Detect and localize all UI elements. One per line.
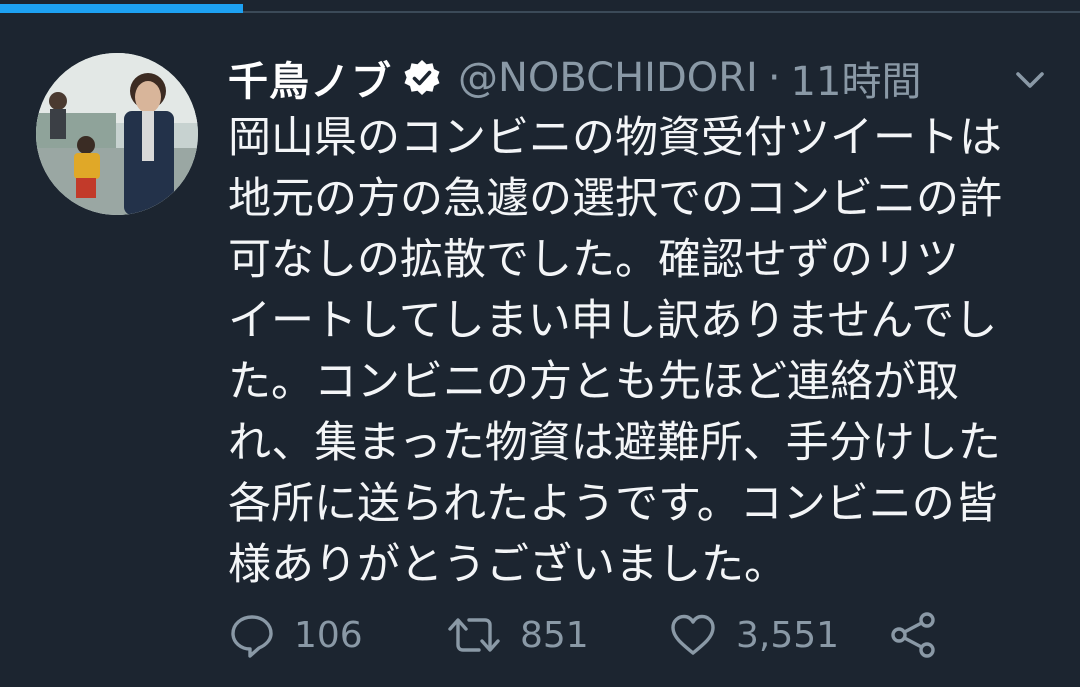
chevron-down-icon[interactable] [1010,60,1050,100]
like-button[interactable]: 3,551 [668,608,839,662]
separator-dot: · [767,55,781,101]
tweet-text-line: 岡山県のコンビニの物資受付ツイートは [228,113,1002,163]
display-name[interactable]: 千鳥ノブ [228,49,392,107]
tweet-text-line: 地元の方の急遽の選択でのコンビニの許 [228,174,1002,224]
video-progress-bar[interactable] [0,0,1080,13]
progress-fill [0,4,243,13]
retweet-button[interactable]: 851 [446,608,589,662]
tweet-actions: 106 851 3,551 [228,608,1048,662]
reply-button[interactable]: 106 [228,608,363,662]
reply-icon [231,615,273,658]
avatar[interactable] [36,53,198,215]
retweet-count: 851 [520,614,589,656]
tweet-header: 千鳥ノブ @NOBCHIDORI · 11時間 [228,50,921,106]
retweet-icon [448,618,500,652]
tweet-text-line: れ、集まった物資は避難所、手分けした [228,418,1001,468]
avatar-photo [36,53,198,215]
tweet-text-line: 各所に送られたようです。コンビニの皆 [228,479,998,529]
tweet-text-line: た。コンビニの方とも先ほど連絡が取 [228,357,959,407]
verified-badge-icon [404,60,440,95]
tweet-text-line: 様ありがとうございました。 [228,540,787,590]
user-handle[interactable]: @NOBCHIDORI [458,55,758,101]
like-count: 3,551 [736,614,840,656]
heart-icon [671,614,715,655]
share-button[interactable] [888,608,938,662]
tweet-text-line: イートしてしまい申し訳ありませんでし [228,296,998,346]
reply-count: 106 [294,614,363,656]
tweet-text-line: 可なしの拡散でした。確認せずのリツ [228,235,959,285]
share-icon [891,612,935,658]
tweet-text: 岡山県のコンビニの物資受付ツイートは 地元の方の急遽の選択でのコンビニの許 可な… [228,108,1028,596]
timestamp[interactable]: 11時間 [791,49,922,107]
